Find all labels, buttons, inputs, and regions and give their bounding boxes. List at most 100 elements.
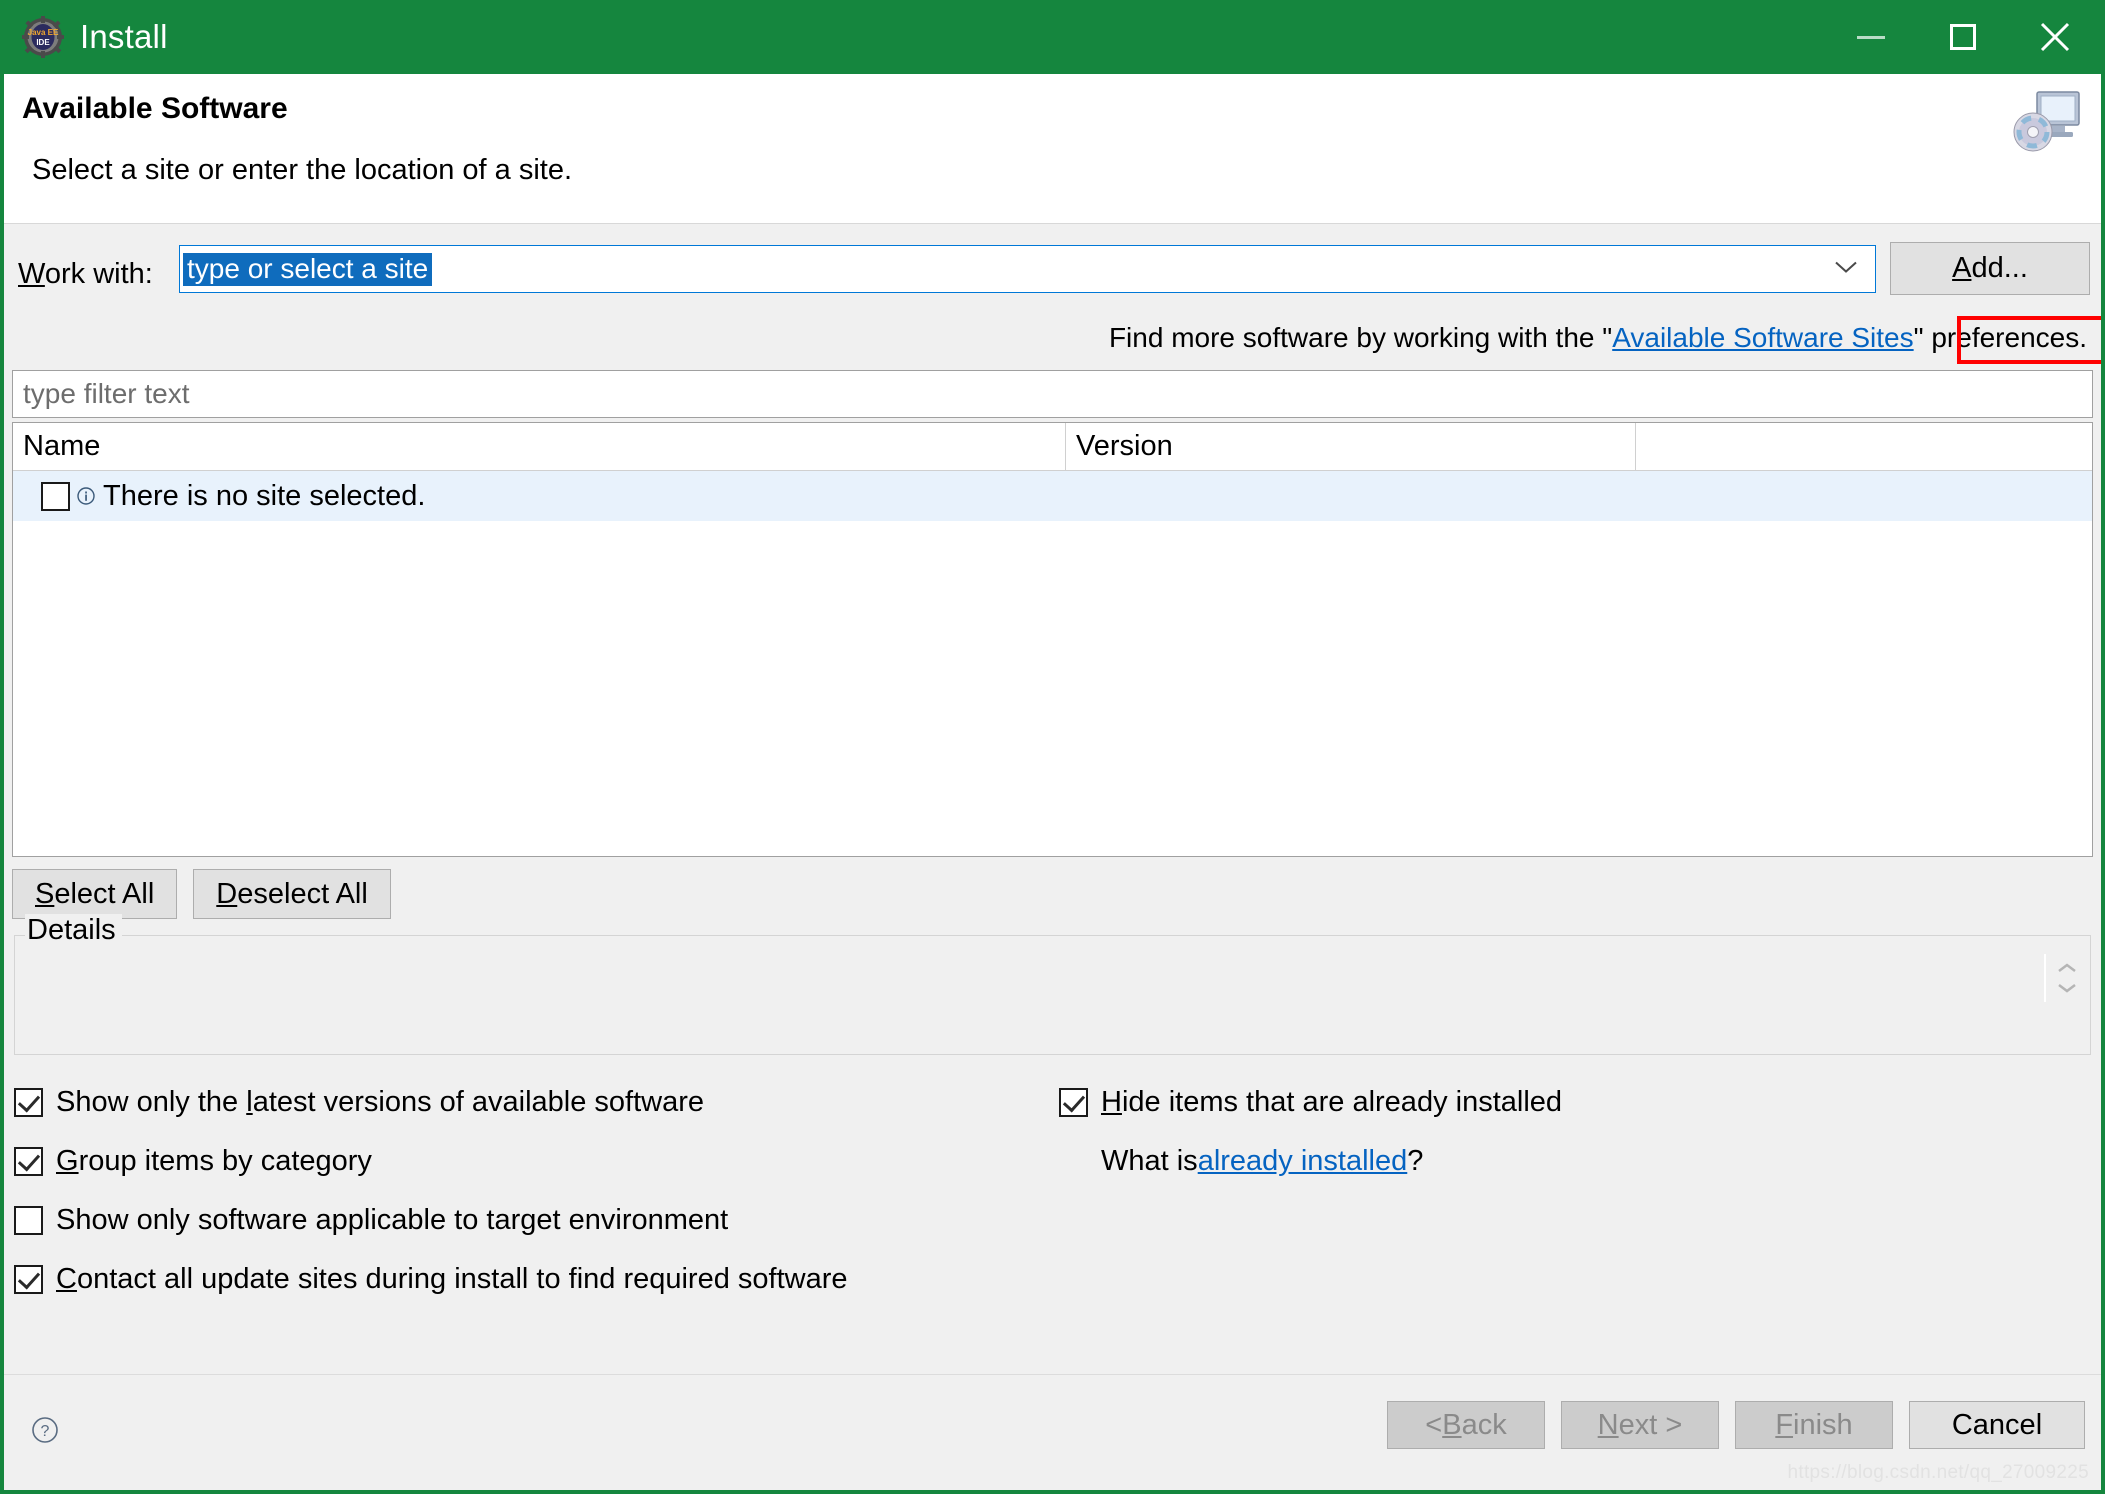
next-label: ext > — [1618, 1408, 1683, 1441]
back-label: ack — [1461, 1408, 1507, 1441]
table-row[interactable]: There is no site selected. — [13, 471, 2092, 521]
dialog-footer: ? < Back Next > Finish Cancel https://bl… — [4, 1374, 2101, 1490]
option-label: Show only the latest versions of availab… — [56, 1086, 704, 1119]
opt3-post: ontact all update sites during install t… — [76, 1263, 848, 1295]
help-question-icon[interactable]: ? — [30, 1415, 60, 1445]
spinner-arrows[interactable] — [2056, 962, 2078, 994]
checkbox-show-latest-versions[interactable] — [14, 1088, 43, 1117]
what-is-already-installed-row: What is already installed? — [1059, 1132, 1562, 1191]
row-checkbox[interactable] — [41, 481, 70, 511]
already-installed-link[interactable]: already installed — [1198, 1145, 1408, 1178]
option-group-items-by-category[interactable]: Group items by category — [14, 1132, 848, 1191]
add-site-button[interactable]: Add... — [1890, 242, 2090, 295]
eclipse-javaee-ide-icon: Java EE IDE — [22, 16, 64, 58]
find-more-software-text: Find more software by working with the "… — [4, 310, 2101, 366]
work-with-label-rest: ork with: — [44, 258, 153, 290]
close-button[interactable] — [2009, 0, 2101, 74]
svg-text:?: ? — [41, 1423, 50, 1440]
svg-text:Java EE: Java EE — [28, 28, 59, 37]
window-title: Install — [80, 18, 168, 55]
optr0-post: ide items that are already installed — [1121, 1086, 1563, 1118]
install-dialog-window: Java EE IDE Install Available Software S… — [0, 0, 2105, 1494]
finish-button[interactable]: Finish — [1735, 1401, 1893, 1449]
finish-accel: F — [1775, 1408, 1794, 1441]
deselect-all-accel: D — [216, 877, 238, 910]
maximize-icon — [1950, 24, 1976, 50]
table-header-row: Name Version — [13, 423, 2092, 471]
option-contact-all-update-sites[interactable]: Contact all update sites during install … — [14, 1250, 848, 1309]
wizard-header: Available Software Select a site or ente… — [4, 74, 2101, 224]
work-with-accel: W — [18, 258, 45, 290]
site-combo-box[interactable]: type or select a site — [179, 245, 1876, 293]
details-group: Details — [14, 914, 2091, 1055]
available-software-sites-link[interactable]: Available Software Sites — [1612, 322, 1913, 353]
deselect-all-button[interactable]: Deselect All — [193, 869, 391, 919]
back-button[interactable]: < Back — [1387, 1401, 1545, 1449]
filter-input[interactable]: type filter text — [12, 370, 2093, 418]
opt1-accel: G — [56, 1145, 79, 1177]
chevron-down-icon[interactable] — [1833, 259, 1859, 280]
filter-placeholder: type filter text — [23, 378, 190, 409]
spinner-divider — [2044, 954, 2046, 1002]
deselect-all-label: eselect All — [237, 877, 368, 910]
add-button-accel: A — [1952, 252, 1972, 284]
find-more-suffix: " preferences. — [1913, 322, 2087, 353]
opt1-post: roup items by category — [78, 1145, 372, 1177]
details-legend: Details — [25, 914, 122, 947]
dialog-content: Work with: type or select a site Add... … — [4, 240, 2101, 1295]
chevron-up-icon — [2058, 963, 2076, 972]
site-combo-value: type or select a site — [183, 252, 433, 286]
wizard-buttons: < Back Next > Finish Cancel — [1387, 1401, 2085, 1449]
column-header-version[interactable]: Version — [1066, 423, 1636, 470]
back-accel: B — [1442, 1408, 1462, 1441]
opt2-post: Show only software applicable to target … — [56, 1204, 729, 1236]
options-right-column: Hide items that are already installed Wh… — [1059, 1073, 1562, 1191]
monitor-with-disc-icon — [2007, 84, 2083, 156]
optr0-accel: H — [1101, 1086, 1122, 1118]
column-header-extra[interactable] — [1636, 423, 2092, 470]
work-with-row: Work with: type or select a site Add... — [4, 240, 2101, 310]
maximize-button[interactable] — [1917, 0, 2009, 74]
option-label: Contact all update sites during install … — [56, 1263, 848, 1296]
selection-buttons: Select All Deselect All — [12, 869, 2093, 919]
window-controls — [1825, 0, 2101, 74]
info-icon — [75, 485, 97, 507]
chevron-down-icon — [2058, 984, 2076, 993]
select-all-accel: S — [35, 877, 55, 910]
option-show-only-applicable[interactable]: Show only software applicable to target … — [14, 1191, 848, 1250]
page-title: Available Software — [22, 92, 288, 125]
watermark-text: https://blog.csdn.net/qq_27009225 — [1787, 1462, 2089, 1483]
option-label: Group items by category — [56, 1145, 372, 1178]
what-is-suffix: ? — [1407, 1145, 1424, 1177]
find-more-prefix: Find more software by working with the " — [1108, 322, 1613, 353]
checkbox-group-items-by-category[interactable] — [14, 1147, 43, 1176]
add-button-label: dd... — [1971, 252, 2028, 284]
title-bar: Java EE IDE Install — [4, 0, 2101, 74]
next-button[interactable]: Next > — [1561, 1401, 1719, 1449]
svg-text:IDE: IDE — [36, 38, 50, 47]
close-icon — [2040, 22, 2070, 52]
cancel-label: Cancel — [1951, 1408, 2043, 1441]
checkbox-hide-already-installed[interactable] — [1059, 1088, 1088, 1117]
option-label: Show only software applicable to target … — [56, 1204, 728, 1237]
option-hide-already-installed[interactable]: Hide items that are already installed — [1059, 1073, 1562, 1132]
back-prefix: < — [1425, 1408, 1443, 1441]
next-accel: N — [1597, 1408, 1619, 1441]
options-area: Show only the latest versions of availab… — [4, 1073, 2101, 1295]
option-show-latest-versions[interactable]: Show only the latest versions of availab… — [14, 1073, 848, 1132]
title-bar-left: Java EE IDE Install — [4, 16, 168, 58]
opt0-pre: Show only the — [56, 1086, 247, 1118]
work-with-label: Work with: — [18, 258, 153, 291]
minimize-button[interactable] — [1825, 0, 1917, 74]
page-subtitle: Select a site or enter the location of a… — [32, 154, 573, 186]
select-all-button[interactable]: Select All — [12, 869, 178, 919]
checkbox-contact-all-update-sites[interactable] — [14, 1265, 43, 1294]
cancel-button[interactable]: Cancel — [1909, 1401, 2085, 1449]
column-header-name[interactable]: Name — [13, 423, 1066, 470]
option-label: Hide items that are already installed — [1101, 1086, 1562, 1119]
opt3-accel: C — [56, 1263, 77, 1295]
available-software-table: Name Version There is no site selected. — [12, 422, 2093, 857]
what-is-prefix: What is — [1101, 1145, 1198, 1177]
row-name-label: There is no site selected. — [103, 479, 426, 512]
checkbox-show-only-applicable[interactable] — [14, 1206, 43, 1235]
